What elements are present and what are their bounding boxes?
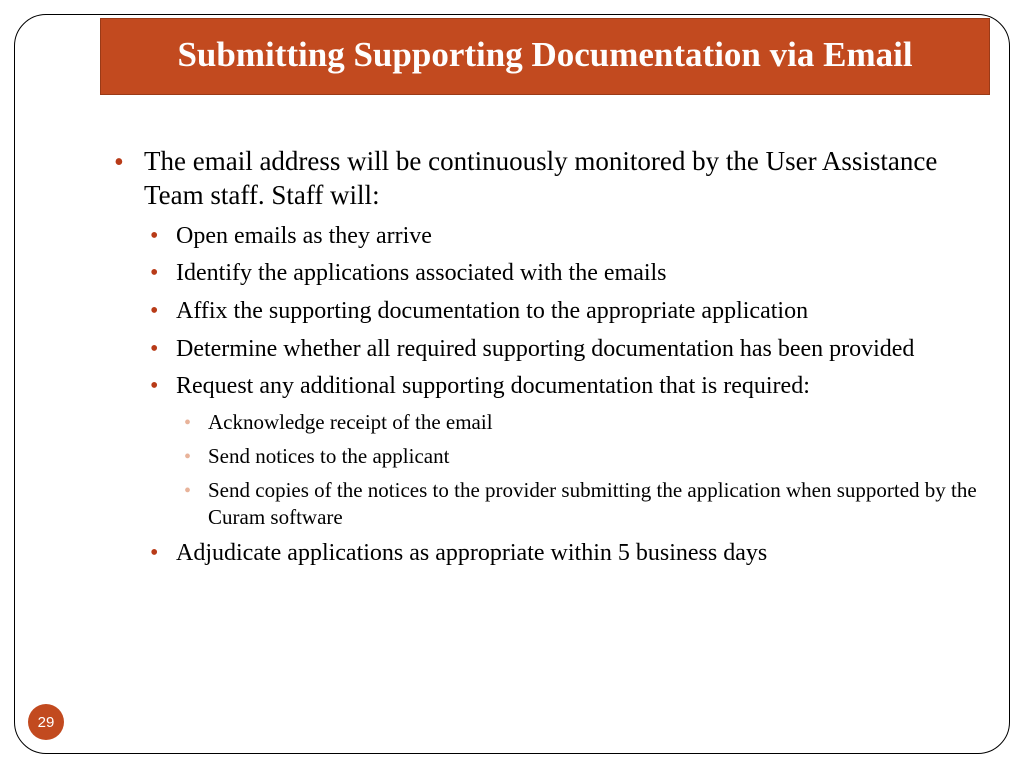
- sub-bullet-item: Acknowledge receipt of the email: [180, 409, 984, 437]
- bullet-item: Adjudicate applications as appropriate w…: [146, 538, 984, 569]
- page-number-badge: 29: [28, 704, 64, 740]
- bullet-item: Identify the applications associated wit…: [146, 258, 984, 289]
- sub-bullet-item: Send copies of the notices to the provid…: [180, 477, 984, 532]
- bullet-item: Request any additional supporting docume…: [146, 371, 984, 402]
- bullet-group-level2: Open emails as they arrive Identify the …: [146, 221, 984, 569]
- slide-content: The email address will be continuously m…: [110, 145, 984, 576]
- bullet-intro: The email address will be continuously m…: [110, 145, 984, 213]
- bullet-item: Determine whether all required supportin…: [146, 334, 984, 365]
- sub-bullet-item: Send notices to the applicant: [180, 443, 984, 471]
- slide-title: Submitting Supporting Documentation via …: [100, 18, 990, 95]
- bullet-item: Affix the supporting documentation to th…: [146, 296, 984, 327]
- bullet-group-level3: Acknowledge receipt of the email Send no…: [180, 409, 984, 532]
- bullet-item: Open emails as they arrive: [146, 221, 984, 252]
